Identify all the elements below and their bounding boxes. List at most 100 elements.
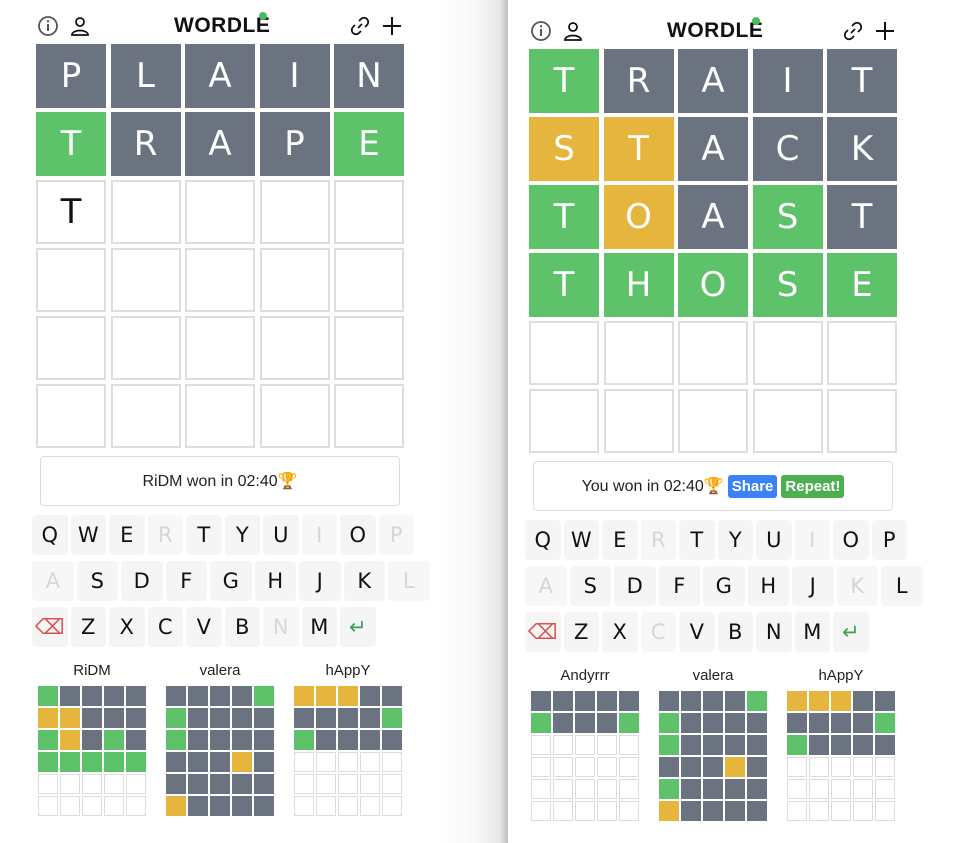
board-tile <box>603 389 674 453</box>
mini-tile <box>703 757 723 777</box>
key-l[interactable]: L <box>388 561 430 601</box>
key-j[interactable]: J <box>792 566 834 606</box>
info-icon[interactable] <box>529 19 553 43</box>
key-j[interactable]: J <box>299 561 341 601</box>
key-v[interactable]: V <box>186 607 222 647</box>
mini-tile <box>316 730 336 750</box>
key-g[interactable]: G <box>703 566 745 606</box>
mini-tile <box>725 735 745 755</box>
mini-tile <box>232 686 252 706</box>
mini-tile <box>681 757 701 777</box>
key-t[interactable]: T <box>186 515 222 555</box>
key-w[interactable]: W <box>563 520 599 560</box>
mini-tile <box>659 713 679 733</box>
mini-tile <box>360 730 380 750</box>
key-a[interactable]: A <box>525 566 567 606</box>
enter-key[interactable]: ↵ <box>340 607 376 647</box>
mini-tile <box>104 686 124 706</box>
mini-tile <box>809 735 829 755</box>
key-y[interactable]: Y <box>717 520 753 560</box>
key-n[interactable]: N <box>263 607 299 647</box>
key-m[interactable]: M <box>301 607 337 647</box>
window-separator <box>440 0 508 843</box>
backspace-key[interactable]: ⌫ <box>525 612 561 652</box>
key-t[interactable]: T <box>679 520 715 560</box>
key-h[interactable]: H <box>747 566 789 606</box>
mini-tile <box>382 774 402 794</box>
repeat-button[interactable]: Repeat! <box>781 474 845 498</box>
mini-tile <box>747 757 767 777</box>
key-d[interactable]: D <box>121 561 163 601</box>
key-s[interactable]: S <box>76 561 118 601</box>
mini-tile <box>232 708 252 728</box>
mini-tile <box>38 708 58 728</box>
key-o[interactable]: O <box>340 515 376 555</box>
key-r[interactable]: R <box>147 515 183 555</box>
user-icon[interactable] <box>68 14 92 38</box>
mini-tile <box>82 774 102 794</box>
key-q[interactable]: Q <box>525 520 561 560</box>
key-b[interactable]: B <box>224 607 260 647</box>
key-u[interactable]: U <box>756 520 792 560</box>
mini-tile <box>254 774 274 794</box>
key-r[interactable]: R <box>640 520 676 560</box>
game-status: RiDM won in 02:40🏆 <box>40 456 400 506</box>
key-p[interactable]: P <box>871 520 907 560</box>
key-x[interactable]: X <box>109 607 145 647</box>
key-m[interactable]: M <box>794 612 830 652</box>
key-d[interactable]: D <box>614 566 656 606</box>
board-tile <box>259 180 330 244</box>
key-x[interactable]: X <box>602 612 638 652</box>
enter-key[interactable]: ↵ <box>833 612 869 652</box>
mini-tile <box>60 686 80 706</box>
link-icon[interactable] <box>348 14 372 38</box>
mini-tile <box>126 730 146 750</box>
mini-tile <box>681 779 701 799</box>
key-z[interactable]: Z <box>563 612 599 652</box>
key-z[interactable]: Z <box>70 607 106 647</box>
key-e[interactable]: E <box>109 515 145 555</box>
key-s[interactable]: S <box>569 566 611 606</box>
key-b[interactable]: B <box>717 612 753 652</box>
board-tile <box>334 384 404 448</box>
key-a[interactable]: A <box>32 561 74 601</box>
key-e[interactable]: E <box>602 520 638 560</box>
mini-tile <box>831 757 851 777</box>
key-k[interactable]: K <box>343 561 385 601</box>
mini-tile <box>60 708 80 728</box>
user-icon[interactable] <box>561 19 585 43</box>
plus-icon[interactable] <box>380 14 404 38</box>
key-n[interactable]: N <box>756 612 792 652</box>
share-button[interactable]: Share <box>727 474 778 498</box>
key-o[interactable]: O <box>833 520 869 560</box>
key-y[interactable]: Y <box>224 515 260 555</box>
key-i[interactable]: I <box>794 520 830 560</box>
key-g[interactable]: G <box>210 561 252 601</box>
plus-icon[interactable] <box>873 19 897 43</box>
mini-tile <box>294 708 314 728</box>
player-name: hAppY <box>818 667 864 684</box>
mini-tile <box>382 730 402 750</box>
key-v[interactable]: V <box>679 612 715 652</box>
key-f[interactable]: F <box>165 561 207 601</box>
key-f[interactable]: F <box>658 566 700 606</box>
key-i[interactable]: I <box>301 515 337 555</box>
mini-tile <box>787 713 807 733</box>
key-u[interactable]: U <box>263 515 299 555</box>
mini-tile <box>831 713 851 733</box>
key-c[interactable]: C <box>147 607 183 647</box>
mini-tile <box>553 691 573 711</box>
mini-tile <box>681 713 701 733</box>
mini-tile <box>360 708 380 728</box>
link-icon[interactable] <box>841 19 865 43</box>
info-icon[interactable] <box>36 14 60 38</box>
key-p[interactable]: P <box>378 515 414 555</box>
key-h[interactable]: H <box>254 561 296 601</box>
key-c[interactable]: C <box>640 612 676 652</box>
backspace-key[interactable]: ⌫ <box>32 607 68 647</box>
key-w[interactable]: W <box>70 515 106 555</box>
key-k[interactable]: K <box>836 566 878 606</box>
key-l[interactable]: L <box>881 566 923 606</box>
mini-tile <box>82 730 102 750</box>
key-q[interactable]: Q <box>32 515 68 555</box>
